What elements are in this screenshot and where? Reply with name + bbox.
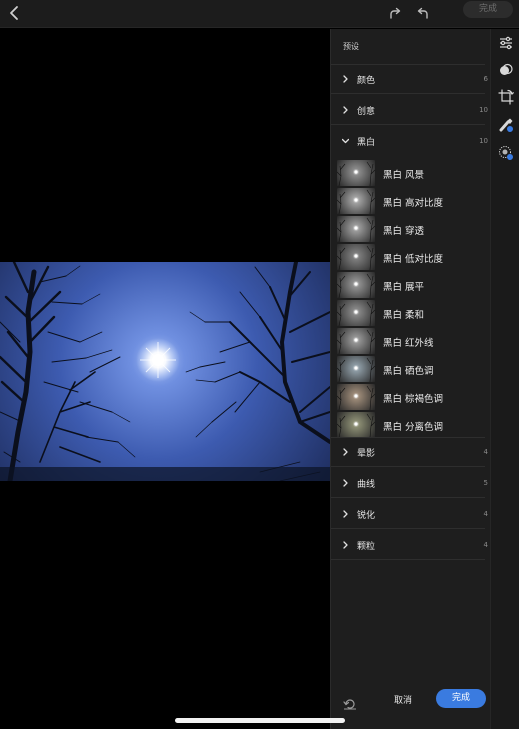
edit-toolbar <box>490 29 519 729</box>
preset-item[interactable]: 黑白 风景 <box>337 160 485 186</box>
cancel-button[interactable]: 取消 <box>383 689 423 713</box>
preset-label: 黑白 硒色调 <box>383 366 434 377</box>
top-bar: 完成 <box>0 0 519 28</box>
crop-rotate-icon[interactable] <box>498 89 514 105</box>
chevron-right-icon <box>343 479 348 487</box>
category-count: 6 <box>483 75 488 83</box>
category-count: 4 <box>483 510 488 518</box>
healing-brush-icon[interactable] <box>498 117 514 133</box>
preset-item[interactable]: 黑白 低对比度 <box>337 244 485 270</box>
panel-title: 预设 <box>343 42 359 51</box>
photo-canvas[interactable] <box>0 29 330 729</box>
preset-thumbnail <box>337 244 375 270</box>
preset-thumbnail <box>337 216 375 242</box>
preset-item[interactable]: 黑白 高对比度 <box>337 188 485 214</box>
preset-label: 黑白 棕褐色调 <box>383 394 444 405</box>
undo-icon[interactable] <box>415 6 431 22</box>
presets-panel: 预设 颜色 6 创意 10 黑白 10 黑白 风景 黑白 高对比度 黑白 穿透 黑白 … <box>330 29 490 729</box>
category-count: 4 <box>483 448 488 456</box>
preset-thumbnail <box>337 384 375 410</box>
preset-item[interactable]: 黑白 穿透 <box>337 216 485 242</box>
reset-icon[interactable] <box>343 695 357 710</box>
preset-thumbnail <box>337 272 375 298</box>
preset-label: 黑白 风景 <box>383 170 425 181</box>
category-label: 晕影 <box>357 449 376 459</box>
preset-thumbnail <box>337 356 375 382</box>
category-label: 黑白 <box>357 138 376 148</box>
preset-thumbnail <box>337 160 375 186</box>
preset-item[interactable]: 黑白 展平 <box>337 272 485 298</box>
preset-item[interactable]: 黑白 红外线 <box>337 328 485 354</box>
preset-label: 黑白 展平 <box>383 282 425 293</box>
preset-item[interactable]: 黑白 棕褐色调 <box>337 384 485 410</box>
category-count: 4 <box>483 541 488 549</box>
preset-label: 黑白 低对比度 <box>383 254 444 265</box>
preset-thumbnail <box>337 328 375 354</box>
preset-thumbnail <box>337 300 375 326</box>
category-vignette[interactable]: 晕影 4 <box>331 437 488 467</box>
category-sharpen[interactable]: 锐化 4 <box>331 499 488 529</box>
preset-item[interactable]: 黑白 柔和 <box>337 300 485 326</box>
category-count: 10 <box>479 106 488 114</box>
category-label: 颜色 <box>357 76 376 86</box>
category-count: 5 <box>483 479 488 487</box>
presets-icon[interactable] <box>498 62 514 78</box>
chevron-down-icon <box>342 138 349 144</box>
chevron-right-icon <box>343 106 348 114</box>
category-grain[interactable]: 颗粒 4 <box>331 530 488 560</box>
preset-label: 黑白 红外线 <box>383 338 434 349</box>
category-label: 创意 <box>357 107 376 117</box>
preset-thumbnail <box>337 188 375 214</box>
preset-label: 黑白 穿透 <box>383 226 425 237</box>
category-color[interactable]: 颜色 6 <box>331 64 488 94</box>
preset-item[interactable]: 黑白 硒色调 <box>337 356 485 382</box>
preset-thumbnail <box>337 412 375 438</box>
category-bw[interactable]: 黑白 10 <box>331 126 488 156</box>
chevron-right-icon <box>343 75 348 83</box>
category-count: 10 <box>479 137 488 145</box>
sliders-icon[interactable] <box>498 35 514 51</box>
preset-item[interactable]: 黑白 分离色调 <box>337 412 485 438</box>
category-label: 锐化 <box>357 511 376 521</box>
chevron-right-icon <box>343 541 348 549</box>
redo-icon[interactable] <box>387 6 403 22</box>
preset-label: 黑白 分离色调 <box>383 422 444 433</box>
chevron-right-icon <box>343 448 348 456</box>
home-indicator[interactable] <box>175 718 345 723</box>
category-curves[interactable]: 曲线 5 <box>331 468 488 498</box>
photo-image <box>0 262 330 481</box>
chevron-left-icon[interactable] <box>6 4 24 22</box>
preset-label: 黑白 柔和 <box>383 310 425 321</box>
category-label: 颗粒 <box>357 542 376 552</box>
preset-label: 黑白 高对比度 <box>383 198 444 209</box>
category-creative[interactable]: 创意 10 <box>331 95 488 125</box>
done-button-top[interactable]: 完成 <box>463 1 513 18</box>
done-button[interactable]: 完成 <box>436 689 486 708</box>
selective-edit-icon[interactable] <box>498 145 514 161</box>
category-label: 曲线 <box>357 480 376 490</box>
chevron-right-icon <box>343 510 348 518</box>
